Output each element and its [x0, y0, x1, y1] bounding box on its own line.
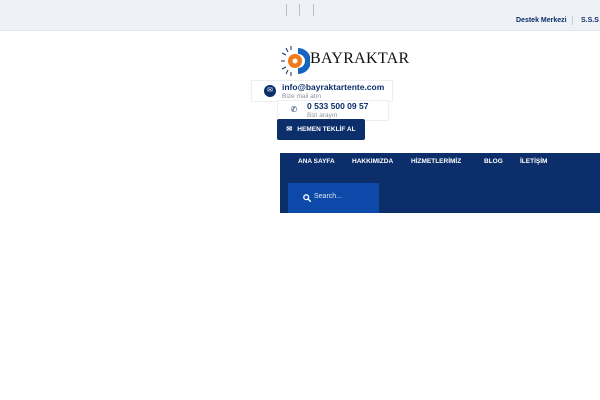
faq-link[interactable]: S.S.S: [581, 17, 599, 24]
phone-caption: Bizi arayın: [307, 112, 338, 119]
email-caption: Bize mail atın: [282, 93, 322, 100]
main-navigation: ANA SAYFA HAKKIMIZDA HİZMETLERİMİZ BLOG …: [280, 153, 600, 213]
site-logo[interactable]: BAYRAKTAR: [280, 44, 409, 80]
top-bar-separator: [299, 4, 300, 16]
top-bar-separator: [286, 4, 287, 16]
email-address[interactable]: info@bayraktartente.com: [282, 82, 384, 92]
logo-sun-icon: [281, 46, 311, 76]
support-center-link[interactable]: Destek Merkezi: [516, 17, 567, 24]
get-quote-button[interactable]: ✉ HEMEN TEKLİF AL: [277, 119, 365, 140]
brand-name: BAYRAKTAR: [310, 50, 410, 67]
email-contact[interactable]: ✉ info@bayraktartente.com Bize mail atın: [251, 80, 393, 102]
nav-item-about[interactable]: HAKKIMIZDA: [352, 158, 393, 165]
top-bar: Destek Merkezi S.S.S: [0, 0, 600, 31]
phone-number[interactable]: 0 533 500 09 57: [307, 101, 368, 111]
top-bar-divider: [572, 16, 573, 25]
search-placeholder: Search...: [314, 193, 343, 200]
phone-icon: ✆: [288, 104, 300, 116]
envelope-icon: ✉: [264, 85, 276, 97]
search-icon[interactable]: [303, 194, 311, 202]
nav-item-services[interactable]: HİZMETLERİMİZ: [411, 158, 461, 165]
envelope-icon: ✉: [286, 126, 293, 133]
nav-item-blog[interactable]: BLOG: [484, 158, 503, 165]
nav-item-home[interactable]: ANA SAYFA: [298, 158, 335, 165]
search-input[interactable]: Search...: [288, 183, 379, 213]
top-bar-separator: [313, 4, 314, 16]
get-quote-label: HEMEN TEKLİF AL: [297, 126, 356, 133]
phone-contact[interactable]: ✆ 0 533 500 09 57 Bizi arayın: [277, 100, 389, 121]
nav-item-contact[interactable]: İLETİŞİM: [520, 158, 547, 165]
